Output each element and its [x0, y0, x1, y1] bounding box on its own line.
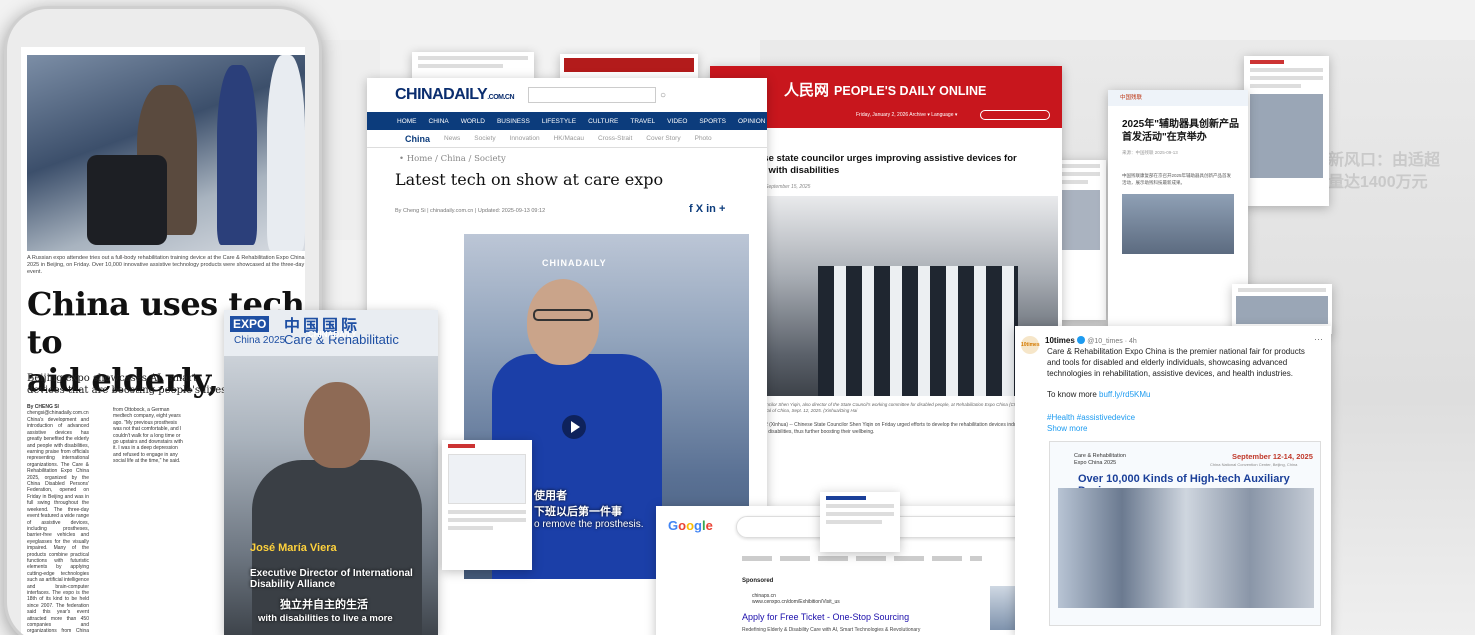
- ad-title-link[interactable]: Apply for Free Ticket - One-Stop Sourcin…: [742, 612, 909, 622]
- play-icon[interactable]: [562, 415, 586, 439]
- breadcrumb[interactable]: • Home / China / Society: [399, 154, 506, 164]
- sponsored-label: Sponsored: [742, 578, 774, 584]
- subnav-item[interactable]: HK/Macau: [554, 135, 584, 142]
- nav-item[interactable]: CULTURE: [588, 118, 618, 125]
- news-snippet-card: [820, 492, 900, 552]
- article-text: from Ottobock, a German medtech company,…: [113, 407, 183, 465]
- sub-nav: China News Society Innovation HK/Macau C…: [367, 130, 767, 148]
- subnav-item[interactable]: Society: [474, 135, 495, 142]
- article-text: 中国残联康复部在京召开2025年辅助器具创新产品首发活动，展示助残科技最新成果。: [1122, 173, 1232, 185]
- tweet-card: 10times 10times @10_times · 4h ⋯ Care & …: [1015, 326, 1331, 635]
- share-icons[interactable]: f X in +: [689, 203, 725, 215]
- tweet-text: Care & Rehabilitation Expo China is the …: [1047, 347, 1305, 378]
- expo-photos: [1058, 488, 1314, 608]
- avatar[interactable]: 10times: [1021, 336, 1040, 354]
- peoples-daily-logo[interactable]: 人民网 PEOPLE'S DAILY ONLINE: [784, 79, 986, 100]
- verified-icon: [1077, 336, 1086, 344]
- video-watermark: CHINADAILY: [542, 258, 607, 268]
- video-subtitle-en: o remove the prosthesis.: [534, 519, 644, 530]
- china-daily-logo[interactable]: CHINADAILY.COM.CN: [395, 86, 515, 104]
- subnav-item[interactable]: News: [444, 135, 460, 142]
- article-text: t. 12 (Xinhua) -- Chinese State Councilo…: [758, 422, 1049, 435]
- google-logo[interactable]: Google: [668, 518, 713, 533]
- article-title: 2025年"辅助器具创新产品首发活动"在京举办: [1122, 119, 1239, 143]
- video-subtitle-en: with disabilities to live a more: [258, 613, 393, 624]
- nav-item[interactable]: BUSINESS: [497, 118, 530, 125]
- site-header[interactable]: 中国残联: [1108, 90, 1248, 106]
- nav-item[interactable]: OPINION: [738, 118, 765, 125]
- article-photo: [1122, 194, 1234, 254]
- speaker-role: Executive Director of International Disa…: [250, 568, 413, 590]
- video-subtitle-cn: 独立并自主的生活: [280, 599, 368, 611]
- site-header: CHINADAILY.COM.CN ○: [367, 78, 767, 112]
- tweet-image[interactable]: Care & Rehabilitation Expo China 2025 Se…: [1049, 441, 1321, 626]
- search-icon[interactable]: ○: [660, 90, 666, 101]
- news-snippet-card: [1244, 56, 1329, 206]
- subnav-item[interactable]: Cover Story: [646, 135, 680, 142]
- nav-item[interactable]: HOME: [397, 118, 417, 125]
- article-subhead: Beijing expo showcases AI, smart devices…: [27, 373, 227, 396]
- more-icon[interactable]: ⋯: [1314, 334, 1323, 345]
- expo-logo-text: Care & Rehabilitation Expo China 2025: [1074, 453, 1126, 466]
- expo-interview-video[interactable]: EXPO China 2025 中国国际 Care & Rehabilitati…: [224, 310, 438, 635]
- video-subtitle-cn: 使用者 下班以后第一件事: [534, 490, 622, 518]
- nav-item[interactable]: SPORTS: [699, 118, 726, 125]
- subnav-item[interactable]: Photo: [695, 135, 712, 142]
- expo-dates: September 12-14, 2025: [1232, 452, 1313, 461]
- article-title: Latest tech on show at care expo: [395, 170, 664, 189]
- expo-venue: China National Convention Center, Beijin…: [1210, 462, 1298, 467]
- nav-item[interactable]: CHINA: [429, 118, 449, 125]
- tweet-link[interactable]: To know more buff.ly/rd5KMu: [1047, 390, 1150, 399]
- video-person-face: [304, 382, 370, 468]
- speaker-name: José María Viera: [250, 542, 337, 554]
- video-watermark: CHINADAILY: [308, 330, 357, 339]
- nav-item[interactable]: TRAVEL: [630, 118, 655, 125]
- article-text: China's development and introduction of …: [27, 417, 89, 635]
- nav-item[interactable]: LIFESTYLE: [542, 118, 576, 125]
- article-photo: [758, 196, 1058, 396]
- header-bar: Friday, January 2, 2026 Archive ▾ Langua…: [856, 112, 958, 118]
- nav-item[interactable]: WORLD: [461, 118, 485, 125]
- search-tabs: [742, 556, 982, 561]
- nav-item[interactable]: VIDEO: [667, 118, 687, 125]
- tweet-hashtags[interactable]: #Health #assistivedevice Show more: [1047, 412, 1135, 434]
- subnav-item-china[interactable]: China: [405, 134, 430, 144]
- search-input[interactable]: [528, 87, 657, 103]
- ad-description: Redefining Elderly & Disability Care wit…: [742, 627, 921, 633]
- article-photo: [27, 55, 305, 251]
- photo-caption: Councilor Shen Yiqin, also director of t…: [758, 402, 1051, 413]
- article-meta: By Cheng Si | chinadaily.com.cn | Update…: [395, 208, 546, 214]
- glasses-shape: [533, 309, 593, 321]
- ad-site[interactable]: chinaps.cn www.cenxpo.cn/dom/Exhibition/V…: [752, 593, 840, 605]
- byline: By CHENG SI chengsi@chinadaily.com.cn: [27, 404, 89, 416]
- article-title: ese state councilor urges improving assi…: [758, 153, 1017, 176]
- search-input[interactable]: [980, 110, 1050, 120]
- tweet-author[interactable]: 10times @10_times · 4h: [1045, 336, 1137, 345]
- subnav-item[interactable]: Innovation: [510, 135, 540, 142]
- expo-badge: EXPO: [230, 316, 270, 332]
- news-snippet-card: [442, 440, 532, 570]
- video-person-face: [527, 279, 599, 365]
- expo-year: China 2025: [234, 335, 286, 346]
- main-nav: HOME CHINA WORLD BUSINESS LIFESTYLE CULT…: [367, 112, 767, 130]
- subnav-item[interactable]: Cross-Strait: [598, 135, 632, 142]
- photo-caption: A Russian expo attendee tries out a full…: [27, 255, 305, 275]
